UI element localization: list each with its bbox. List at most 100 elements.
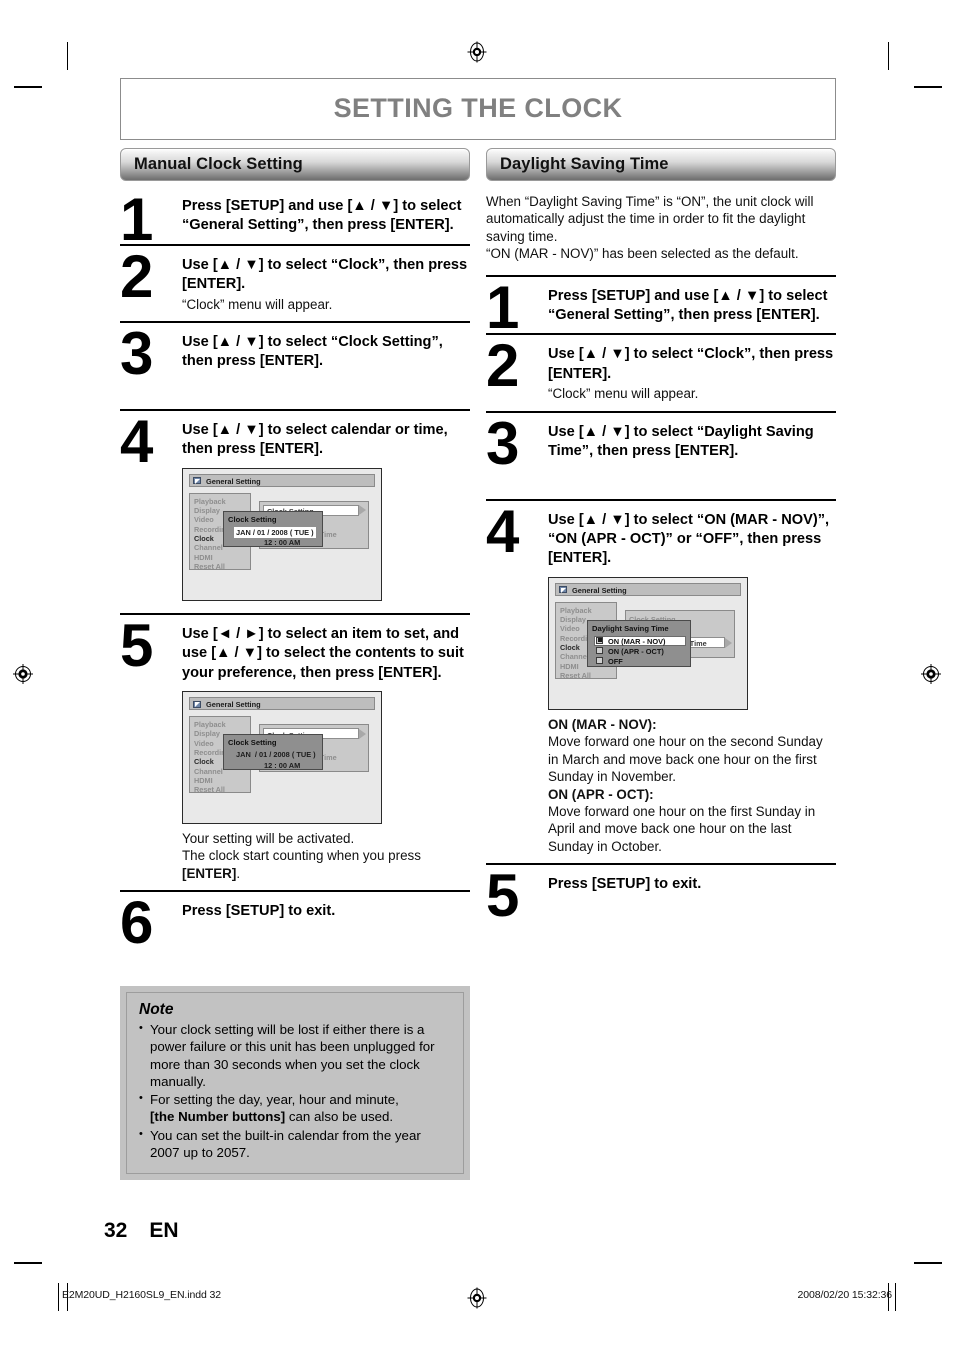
osd-option-label[interactable]: ON (APR - OCT) [608,647,664,656]
checkbox-icon[interactable] [596,656,603,664]
step-number: 1 [120,186,153,253]
step-instruction: Press [SETUP] to exit. [548,876,702,893]
osd-screenshot-clock-setting-step4: General Setting Playback Display Video R… [182,467,382,601]
checkbox-checked-icon[interactable] [596,636,603,644]
page-language: EN [149,1219,179,1242]
section-header-label: Manual Clock Setting [134,155,303,173]
step-instruction: Use [▲ / ▼] to select “Clock”, then pres… [548,346,834,382]
step-item: 6 Press [SETUP] to exit. [120,890,470,972]
osd-window-title: General Setting [206,476,261,486]
step-number: 3 [486,409,519,477]
crop-mark-top-right-v [888,42,889,70]
osd-date-rest: / 01 / 2008 ( TUE ) [252,750,316,760]
osd-menu-item: HDMI [194,552,213,562]
step-subtext: “Clock” menu will appear. [548,386,699,402]
section-header-label: Daylight Saving Time [500,155,669,173]
osd-menu-item: Reset All [560,670,591,680]
osd-menu-item: Reset All [194,785,225,795]
step-subtext: “Clock” menu will appear. [182,296,333,312]
right-column: Daylight Saving Time When “Daylight Savi… [486,148,836,949]
step-after-line: The clock start counting when you press … [182,847,470,882]
step-item: 1 Press [SETUP] and use [▲ / ▼] to selec… [486,274,836,337]
osd-window-icon [193,700,201,708]
step-instruction: Press [SETUP] to exit. [182,903,336,920]
definition-term: ON (MAR - NOV): [548,716,657,732]
step-item: 4 Use [▲ / ▼] to select calendar or time… [120,409,470,613]
crop-mark-top-left-v [67,42,68,70]
crop-mark-right-h [914,86,942,88]
osd-menu-item: Playback [560,605,592,615]
osd-dialog-date-value: JAN / 01 / 2008 ( TUE ) [234,526,316,538]
step-number: 4 [486,497,519,565]
osd-date-month-selected: JAN [236,750,251,760]
footer-rule-left [58,1283,59,1311]
step-after-end: . [236,865,241,881]
step-number: 2 [120,242,153,310]
step-after-bold: [ENTER] [182,865,237,881]
osd-window-icon [559,586,567,594]
crop-mark-left-h [14,86,42,88]
osd-option-label[interactable]: ON (MAR - NOV) [608,637,665,646]
page-title-box: SETTING THE CLOCK [120,78,836,140]
osd-dialog-title: Clock Setting [228,738,277,748]
osd-dialog-date-value: JAN / 01 / 2008 ( TUE ) [234,750,316,759]
step-number: 5 [486,862,519,930]
definition-term: ON (APR - OCT): [548,786,654,802]
intro-paragraph: When “Daylight Saving Time” is “ON”, the… [486,194,814,262]
osd-window-title: General Setting [572,585,627,595]
step-instruction: Use [▲ / ▼] to select “Daylight Saving T… [548,423,814,460]
step-instruction: Use [◄ / ►] to select an item to set, an… [182,625,464,681]
step-after-text: Your setting will be activated. The cloc… [182,830,470,882]
osd-menu-item: HDMI [194,775,213,785]
checkbox-icon[interactable] [596,646,603,654]
definition-description: Move forward one hour on the second Sund… [548,734,823,785]
osd-dialog-clock-setting: Clock Setting JAN / 01 / 2008 ( TUE ) 12… [223,510,323,547]
chevron-right-icon [725,637,732,648]
footer-rule-right [895,1283,896,1311]
note-item-text-after: can also be used. [285,1109,394,1125]
step-item: 3 Use [▲ / ▼] to select “Clock Setting”,… [120,321,470,409]
page-number-block: 32 EN [104,1219,179,1243]
crop-mark-bottom-right-h [914,1262,942,1264]
note-item-bold: [the Number buttons] [150,1109,286,1125]
page-number: 32 [104,1219,128,1242]
note-item: Your clock setting will be lost if eithe… [139,1020,451,1090]
note-item: You can set the built-in calendar from t… [139,1125,451,1161]
osd-dialog-title: Clock Setting [228,514,277,524]
page-content: SETTING THE CLOCK Manual Clock Setting 1… [120,78,838,1180]
step-instruction: Use [▲ / ▼] to select “ON (MAR - NOV)”, … [548,511,830,567]
step-instruction: Press [SETUP] and use [▲ / ▼] to select … [548,287,828,324]
page-title: SETTING THE CLOCK [333,93,623,123]
note-heading: Note [139,1001,174,1019]
section-header-daylight-saving-time: Daylight Saving Time [486,148,836,181]
osd-dialog-title: Daylight Saving Time [592,623,669,633]
step-instruction: Use [▲ / ▼] to select “Clock”, then pres… [182,256,468,293]
osd-screenshot-clock-setting-step5: General Setting Playback Display Video R… [182,691,382,825]
step-instruction: Press [SETUP] and use [▲ / ▼] to select … [182,198,462,234]
step-item: 5 Use [◄ / ►] to select an item to set, … [120,612,470,890]
note-item-text: For setting the day, year, hour and minu… [150,1092,399,1108]
step-number: 4 [120,408,153,476]
crop-mark-bottom-left-h [14,1262,42,1264]
osd-option-label[interactable]: OFF [608,657,623,666]
osd-menu-item: Playback [194,496,226,506]
step-item: 1 Press [SETUP] and use [▲ / ▼] to selec… [120,189,470,250]
step-number: 3 [120,320,153,388]
step-item: 5 Press [SETUP] to exit. [486,863,836,949]
registration-mark-top [466,41,488,63]
osd-title-bar: General Setting [189,473,375,487]
step-after-line-text: The clock start counting when you press [182,848,421,864]
footer-timestamp: 2008/02/20 15:32:36 [797,1289,893,1301]
step-item: 2 Use [▲ / ▼] to select “Clock”, then pr… [486,333,836,410]
registration-mark-right [920,663,942,685]
osd-screenshot-daylight-saving-time: General Setting Playback Display Video R… [548,576,748,710]
section-header-manual-clock-setting: Manual Clock Setting [120,148,470,181]
definition-description: Move forward one hour on the first Sunda… [548,803,816,854]
osd-menu-item: Playback [194,720,226,730]
chevron-right-icon [359,728,366,739]
step-number: 6 [120,889,153,957]
step-item: 4 Use [▲ / ▼] to select “ON (MAR - NOV)”… [486,497,836,863]
left-column: Manual Clock Setting 1 Press [SETUP] and… [120,148,470,1180]
osd-menu-item: Reset All [194,561,225,571]
definition-list: ON (MAR - NOV): Move forward one hour on… [548,716,836,855]
